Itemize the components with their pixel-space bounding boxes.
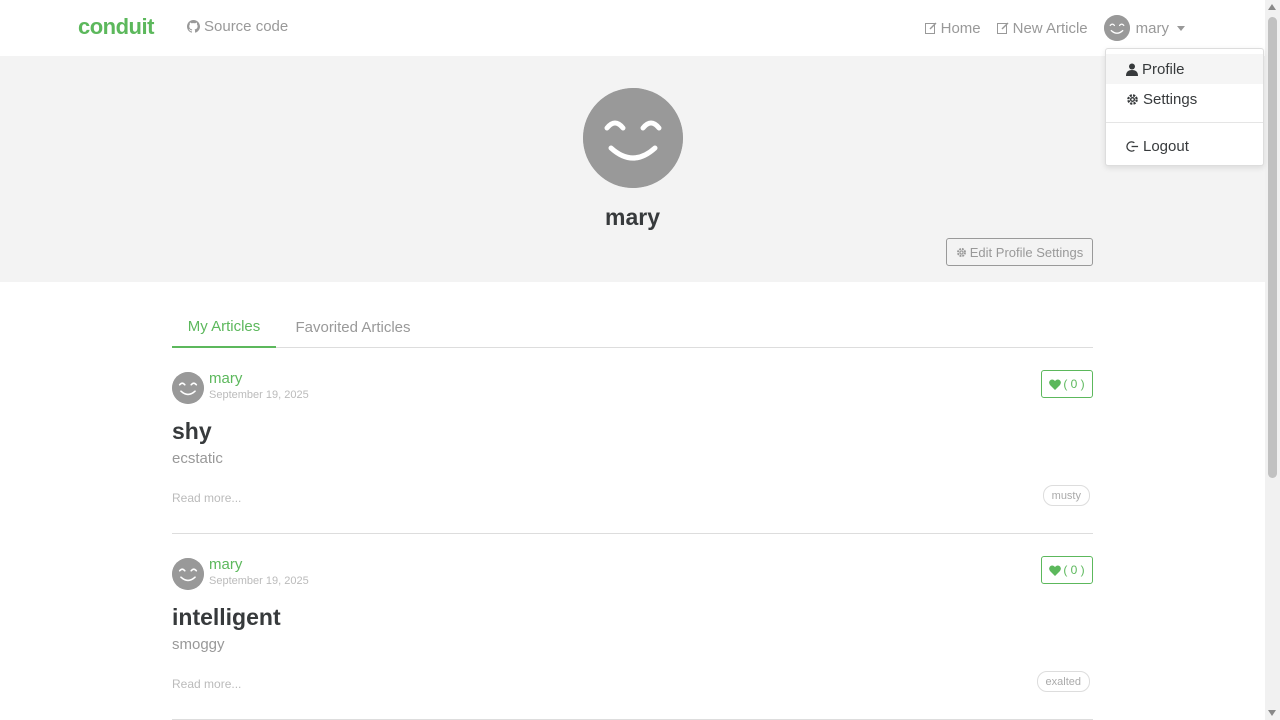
edit-profile-settings-button[interactable]: Edit Profile Settings xyxy=(946,238,1093,266)
profile-banner: mary Edit Profile Settings xyxy=(0,56,1265,282)
article-preview: mary September 19, 2025 ( 0 ) intelligen… xyxy=(172,556,1093,720)
author-link[interactable]: mary xyxy=(209,556,242,573)
author-avatar[interactable] xyxy=(172,372,204,404)
logout-icon xyxy=(1126,140,1139,152)
favorite-button[interactable]: ( 0 ) xyxy=(1041,556,1093,584)
gear-icon xyxy=(956,247,966,257)
dropdown-settings-label: Settings xyxy=(1143,90,1198,108)
author-avatar[interactable] xyxy=(172,558,204,590)
page-scrollbar[interactable] xyxy=(1265,0,1280,720)
edit-icon xyxy=(924,22,937,34)
read-more-link[interactable]: Read more... xyxy=(172,677,241,691)
scrollbar-thumb[interactable] xyxy=(1268,17,1277,478)
dropdown-logout-label: Logout xyxy=(1143,137,1189,155)
nav-user-menu[interactable]: mary xyxy=(1103,15,1185,41)
nav-user-label: mary xyxy=(1135,19,1169,37)
article-title[interactable]: shy xyxy=(172,418,212,445)
article-tag: exalted xyxy=(1036,671,1090,692)
favorite-button[interactable]: ( 0 ) xyxy=(1041,370,1093,398)
gear-icon xyxy=(1127,93,1138,105)
profile-avatar xyxy=(583,88,683,188)
brand-logo[interactable]: conduit xyxy=(78,14,154,40)
tab-my-articles[interactable]: My Articles xyxy=(172,306,276,348)
source-code-link[interactable]: Source code xyxy=(187,18,288,35)
dropdown-profile[interactable]: Profile xyxy=(1106,54,1263,84)
edit-profile-label: Edit Profile Settings xyxy=(969,244,1084,260)
caret-down-icon xyxy=(1177,25,1185,31)
scroll-up-arrow-icon[interactable] xyxy=(1268,4,1276,10)
dropdown-profile-label: Profile xyxy=(1142,60,1185,78)
nav-new-article-link[interactable]: New Article xyxy=(996,19,1088,37)
dropdown-divider xyxy=(1106,122,1263,123)
article-tabs: My Articles Favorited Articles xyxy=(172,306,1093,348)
dropdown-logout[interactable]: Logout xyxy=(1106,131,1263,161)
nav-home-link[interactable]: Home xyxy=(924,19,981,37)
user-icon xyxy=(1126,63,1138,76)
favorite-count: ( 0 ) xyxy=(1063,377,1085,391)
edit-icon xyxy=(996,22,1009,34)
article-date: September 19, 2025 xyxy=(209,575,309,587)
article-title[interactable]: intelligent xyxy=(172,604,281,631)
source-code-label: Source code xyxy=(204,18,289,35)
navbar: conduit Source code Home New Article mar… xyxy=(0,0,1265,56)
heart-icon xyxy=(1049,564,1062,576)
user-avatar xyxy=(1103,15,1130,41)
article-preview: mary September 19, 2025 ( 0 ) shy ecstat… xyxy=(172,370,1093,534)
scroll-down-arrow-icon[interactable] xyxy=(1268,710,1276,716)
read-more-link[interactable]: Read more... xyxy=(172,491,241,505)
article-description: smoggy xyxy=(172,636,225,653)
author-link[interactable]: mary xyxy=(209,370,242,387)
dropdown-settings[interactable]: Settings xyxy=(1106,84,1263,114)
article-description: ecstatic xyxy=(172,450,223,467)
profile-username: mary xyxy=(605,204,660,230)
heart-icon xyxy=(1049,378,1062,390)
article-tag: musty xyxy=(1042,485,1090,506)
github-icon xyxy=(187,20,200,33)
article-date: September 19, 2025 xyxy=(209,389,309,401)
nav-home-label: Home xyxy=(940,19,981,37)
favorite-count: ( 0 ) xyxy=(1063,563,1085,577)
nav-new-article-label: New Article xyxy=(1012,19,1088,37)
user-dropdown-menu: Profile Settings Logout xyxy=(1105,48,1264,166)
tab-favorited-articles[interactable]: Favorited Articles xyxy=(282,306,424,348)
